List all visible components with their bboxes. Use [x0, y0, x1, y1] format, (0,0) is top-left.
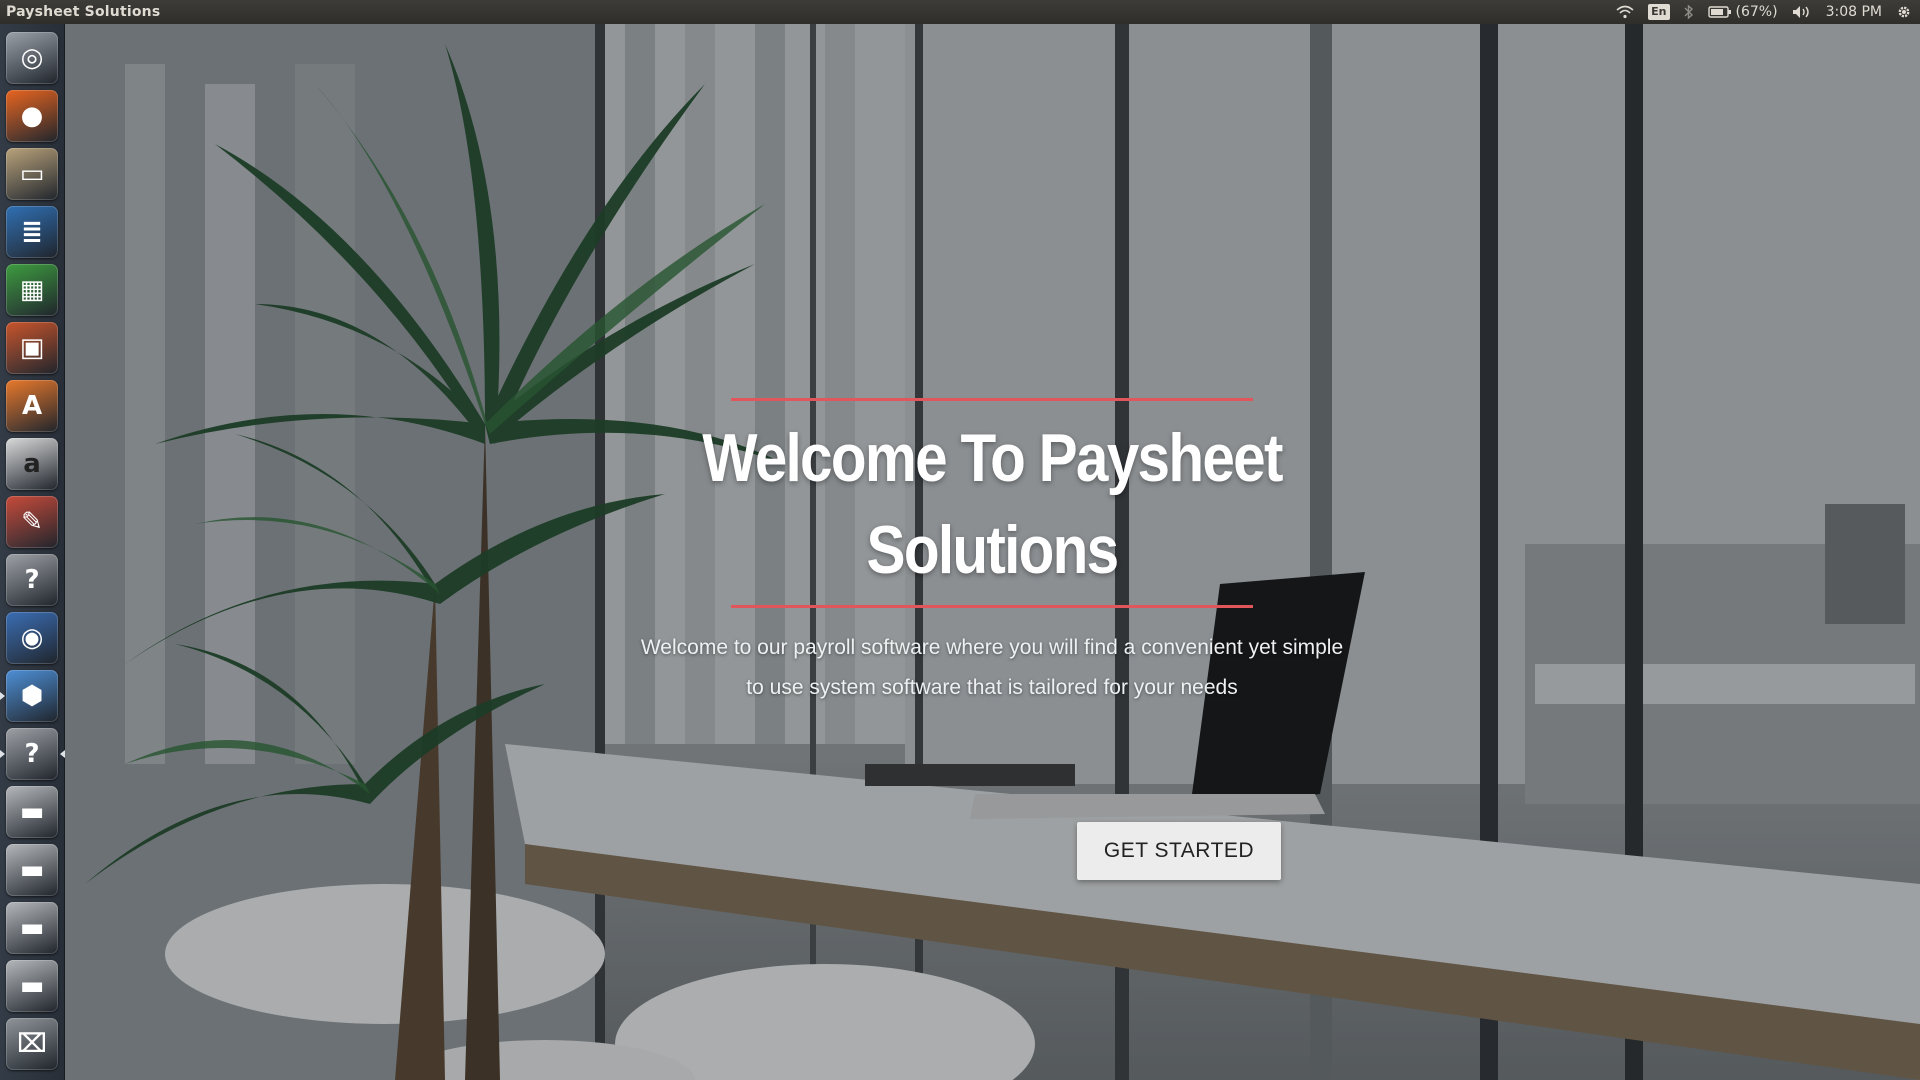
volume-icon[interactable] — [1792, 0, 1812, 24]
blender-icon: ◉ — [20, 623, 44, 653]
indicator-area: En (67%) 3:08 PM — [1616, 0, 1912, 24]
running-indicator — [0, 692, 5, 700]
launcher-item-virtualbox[interactable]: ⬢ — [0, 670, 58, 722]
software-center-icon: A — [21, 391, 43, 421]
hero-section: Welcome To Paysheet Solutions Welcome to… — [0, 0, 1920, 1080]
battery-percent: (67%) — [1735, 4, 1778, 20]
drive-icon: ▬ — [19, 971, 45, 1001]
files-icon: ▭ — [19, 159, 45, 189]
launcher: ◎ ● ▭ ≣ ▦ ▣ Aa ✎? ◉ ⬢? ▬ ▬ ▬ ▬ ⌧ — [0, 24, 65, 1080]
battery-indicator[interactable]: (67%) — [1707, 0, 1778, 24]
unknown-app-icon: ? — [24, 739, 40, 769]
libreoffice-impress-icon: ▣ — [19, 333, 45, 363]
launcher-item-help[interactable]: ? — [6, 554, 58, 606]
virtualbox-icon: ⬢ — [20, 681, 44, 711]
clock[interactable]: 3:08 PM — [1826, 0, 1882, 24]
launcher-item-files[interactable]: ▭ — [6, 148, 58, 200]
launcher-item-blender[interactable]: ◉ — [6, 612, 58, 664]
top-panel: Paysheet Solutions En (67%) 3:08 PM — [0, 0, 1920, 24]
launcher-item-drive[interactable]: ▬ — [6, 844, 58, 896]
launcher-item-system-settings[interactable]: ✎ — [6, 496, 58, 548]
wifi-icon[interactable] — [1616, 0, 1634, 24]
hero-subtitle: Welcome to our payroll software where yo… — [640, 636, 1344, 699]
libreoffice-writer-icon: ≣ — [21, 217, 43, 247]
window-title: Paysheet Solutions — [6, 4, 161, 20]
bluetooth-icon[interactable] — [1684, 0, 1694, 24]
launcher-item-libreoffice-calc[interactable]: ▦ — [6, 264, 58, 316]
title-bottom-rule — [731, 605, 1253, 608]
launcher-item-amazon[interactable]: a — [6, 438, 58, 490]
settings-gear-icon[interactable] — [1896, 0, 1912, 24]
help-icon: ? — [24, 565, 40, 595]
launcher-item-drive[interactable]: ▬ — [6, 786, 58, 838]
get-started-button[interactable]: GET STARTED — [1077, 822, 1281, 880]
launcher-item-libreoffice-impress[interactable]: ▣ — [6, 322, 58, 374]
firefox-icon: ● — [20, 101, 44, 131]
launcher-item-trash[interactable]: ⌧ — [6, 1018, 58, 1070]
running-indicator — [0, 750, 5, 758]
amazon-icon: a — [23, 449, 41, 479]
drive-icon: ▬ — [19, 913, 45, 943]
libreoffice-calc-icon: ▦ — [19, 275, 45, 305]
system-settings-icon: ✎ — [21, 507, 43, 537]
launcher-item-firefox[interactable]: ● — [6, 90, 58, 142]
hero-title: Welcome To Paysheet Solutions — [702, 420, 1283, 588]
trash-icon: ⌧ — [17, 1029, 47, 1059]
battery-icon — [1707, 6, 1732, 18]
title-top-rule — [731, 398, 1253, 401]
launcher-item-libreoffice-writer[interactable]: ≣ — [6, 206, 58, 258]
drive-icon: ▬ — [19, 855, 45, 885]
ubuntu-dash-icon: ◎ — [20, 43, 44, 73]
launcher-item-ubuntu-dash[interactable]: ◎ — [6, 32, 58, 84]
keyboard-layout-label: En — [1648, 4, 1670, 20]
launcher-item-drive[interactable]: ▬ — [6, 902, 58, 954]
launcher-item-software-center[interactable]: A — [6, 380, 58, 432]
launcher-item-drive[interactable]: ▬ — [6, 960, 58, 1012]
focused-indicator — [60, 750, 65, 758]
launcher-item-unknown-app[interactable]: ? — [0, 728, 65, 780]
keyboard-layout-icon[interactable]: En — [1648, 0, 1670, 24]
drive-icon: ▬ — [19, 797, 45, 827]
